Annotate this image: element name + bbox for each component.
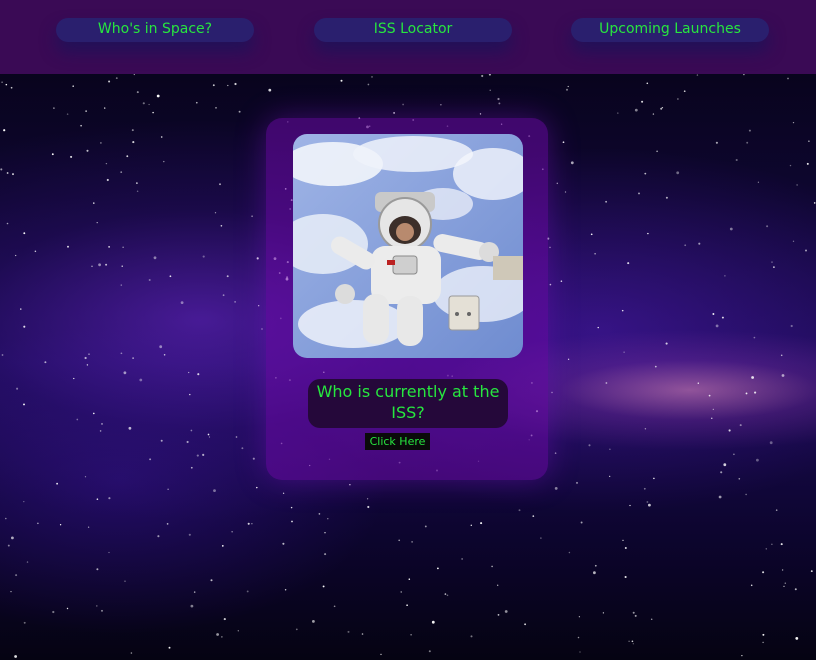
nav-upcoming-launches-button[interactable]: Upcoming Launches	[571, 18, 769, 42]
top-navbar: Who's in Space? ISS Locator Upcoming Lau…	[0, 0, 816, 74]
click-here-button[interactable]: Click Here	[365, 433, 430, 450]
nav-whos-in-space-button[interactable]: Who's in Space?	[56, 18, 254, 42]
iss-question-heading: Who is currently at the ISS?	[308, 379, 508, 428]
nav-iss-locator-button[interactable]: ISS Locator	[314, 18, 512, 42]
astronaut-image	[293, 134, 523, 358]
